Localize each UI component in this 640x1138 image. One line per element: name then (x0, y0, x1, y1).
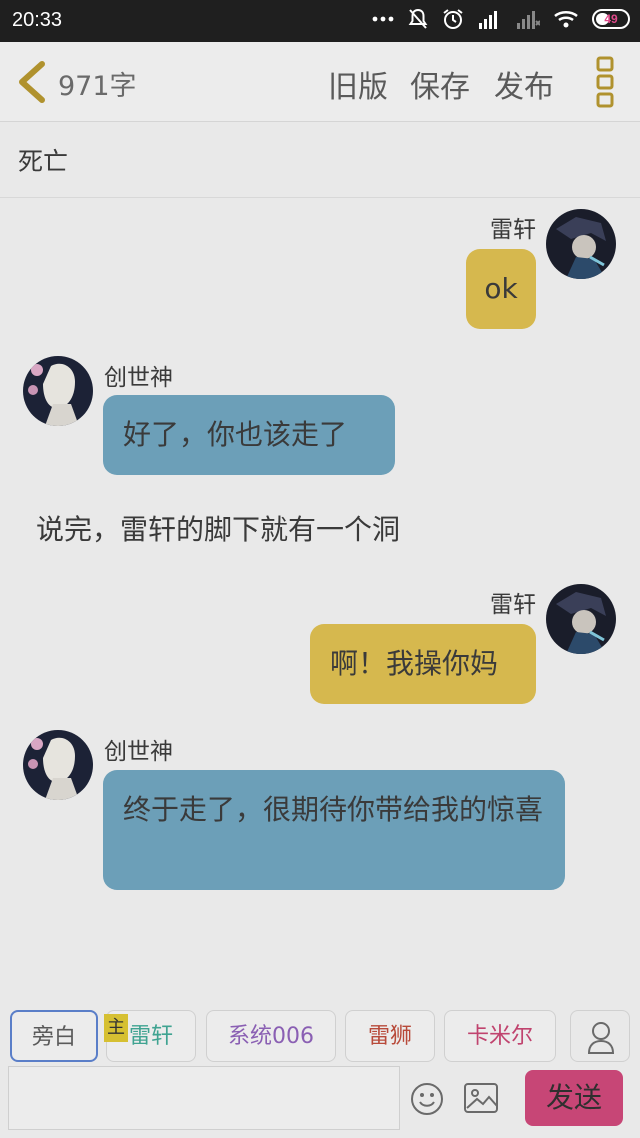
mute-bell-icon (408, 8, 428, 29)
user-role-button[interactable] (570, 1010, 630, 1062)
emoji-icon[interactable] (410, 1082, 444, 1116)
status-icons: 49 (372, 8, 630, 30)
sender-name: 雷轩 (490, 217, 536, 243)
chat-area: 雷轩 ok 创世神 好了，你也该走了 说完，雷轩的脚下就有一个洞 雷轩 啊！我操… (0, 198, 640, 988)
message-input[interactable] (8, 1066, 400, 1130)
role-system006[interactable]: 系统006 (206, 1010, 336, 1062)
word-count: 971字 (58, 71, 137, 102)
battery-icon: 49 (592, 9, 630, 29)
message-bubble[interactable]: 终于走了，很期待你带给我的惊喜 (103, 770, 565, 890)
chapter-title-row[interactable]: 死亡 (0, 122, 640, 198)
message-bubble[interactable]: 好了，你也该走了 (103, 395, 395, 475)
avatar-leixuan[interactable] (546, 584, 616, 654)
role-leishi[interactable]: 雷狮 (345, 1010, 435, 1062)
status-time: 20:33 (12, 9, 63, 31)
sender-name: 雷轩 (490, 592, 536, 618)
role-selector-bar: 旁白 雷轩 主 系统006 雷狮 卡米尔 (0, 1000, 640, 1070)
signal-weak-icon (517, 11, 540, 29)
send-button[interactable]: 发送 (525, 1070, 623, 1126)
message-input-row: 发送 (0, 1066, 640, 1138)
message-bubble[interactable]: 啊！我操你妈 (310, 624, 536, 704)
battery-percent: 49 (604, 12, 618, 26)
role-narration[interactable]: 旁白 (10, 1010, 98, 1062)
editor-toolbar: 971字 旧版 保存 发布 (0, 42, 640, 122)
back-arrow-icon[interactable] (14, 60, 48, 104)
more-menu-icon[interactable] (596, 56, 616, 108)
avatar-chuangshishen[interactable] (23, 356, 93, 426)
image-icon[interactable] (463, 1082, 499, 1114)
avatar-chuangshishen[interactable] (23, 730, 93, 800)
chapter-title: 死亡 (18, 147, 69, 176)
old-version-button[interactable]: 旧版 (328, 62, 388, 106)
status-bar: 20:33 49 (0, 0, 640, 42)
avatar-leixuan[interactable] (546, 209, 616, 279)
narration-text[interactable]: 说完，雷轩的脚下就有一个洞 (36, 508, 400, 548)
message-bubble[interactable]: ok (466, 249, 536, 329)
role-kamier[interactable]: 卡米尔 (444, 1010, 556, 1062)
user-icon (587, 1022, 615, 1054)
signal-icon (479, 11, 497, 29)
sender-name: 创世神 (104, 739, 173, 765)
more-dots-icon (372, 16, 394, 22)
sender-name: 创世神 (104, 365, 173, 391)
publish-button[interactable]: 发布 (494, 62, 554, 106)
save-button[interactable]: 保存 (410, 62, 470, 106)
main-role-badge: 主 (104, 1014, 128, 1042)
wifi-icon (554, 11, 578, 28)
alarm-icon (443, 9, 463, 29)
